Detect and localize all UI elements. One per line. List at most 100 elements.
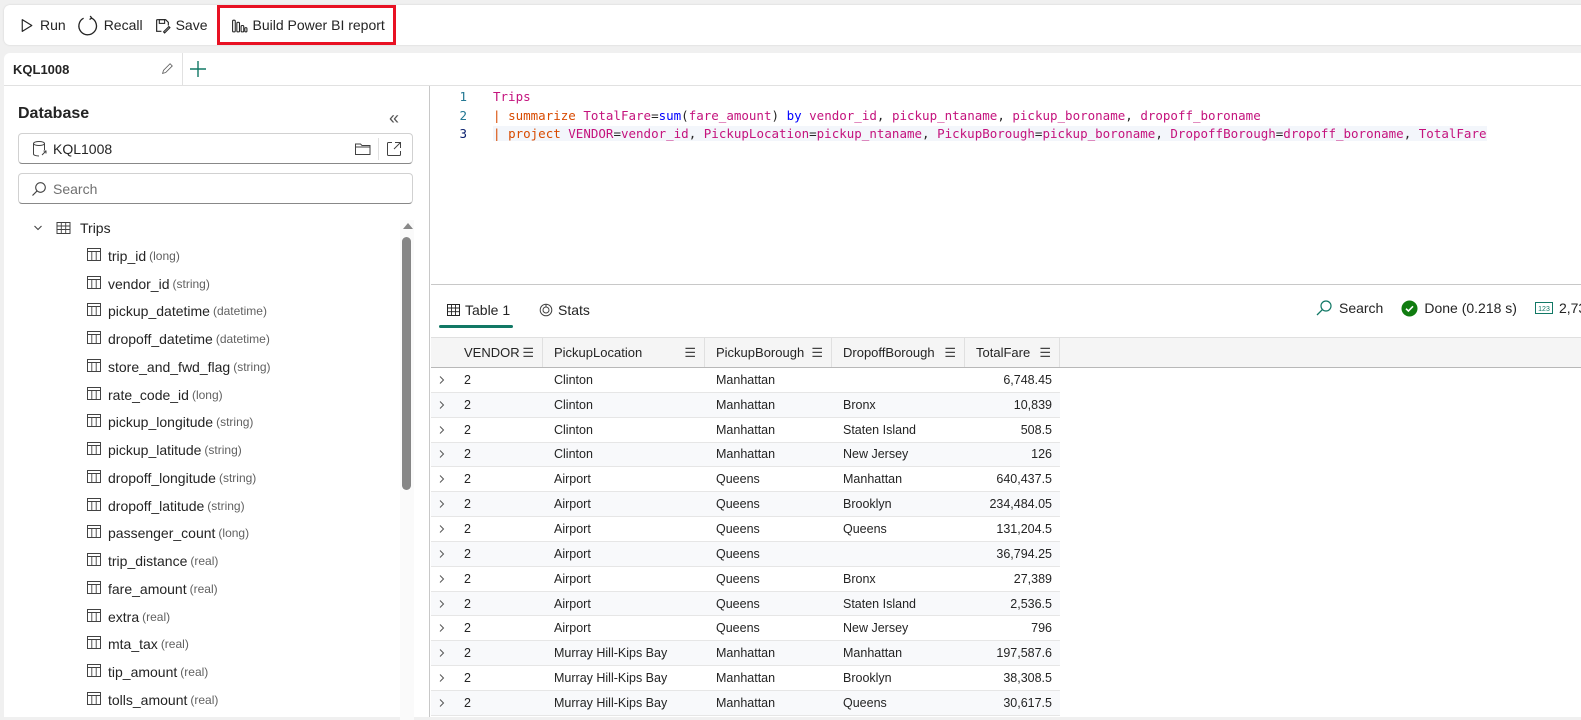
column-icon [87,691,101,708]
tree-item-column[interactable]: vendor_id (string) [4,270,400,298]
code-line-2[interactable]: 2 | summarize TotalFare=sum(fare_amount)… [431,106,1581,125]
tree-item-column[interactable]: fare_amount (real) [4,575,400,603]
cell-pickupborough: Manhattan [716,422,776,437]
pencil-icon[interactable] [160,62,174,76]
expand-row-chevron-icon[interactable] [431,592,453,616]
tab-stats[interactable]: Stats [539,299,590,321]
database-selector[interactable]: KQL1008 [18,133,413,164]
code-line-1[interactable]: 1 Trips [431,87,1581,106]
sidebar-search[interactable] [18,173,413,204]
column-menu-icon[interactable]: ☰ [522,345,534,361]
table-row[interactable]: 2 Airport Queens Staten Island 2,536.5 [431,591,1060,617]
table-row[interactable]: 2 Airport Queens Brooklyn 234,484.05 [431,492,1060,518]
chevron-down-icon[interactable] [33,223,43,233]
cell-dropoffborough: Staten Island [843,596,916,611]
tree-item-column[interactable]: pickup_longitude (string) [4,409,400,437]
scrollbar-thumb[interactable] [402,237,411,490]
column-menu-icon[interactable]: ☰ [1039,345,1051,361]
expand-row-chevron-icon[interactable] [431,542,453,566]
tree-item-column[interactable]: rate_code_id (long) [4,381,400,409]
cell-dropoffborough: Bronx [843,571,876,586]
column-header-pickupborough[interactable]: PickupBorough ☰ [705,338,832,367]
column-header-totalfare[interactable]: TotalFare ☰ [965,338,1060,367]
query-editor[interactable]: 1 Trips 2 | summarize TotalFare=sum(fare… [431,86,1581,285]
schema-tree: Trips trip_id (long) vendor_id (string) pick… [4,214,400,717]
tree-item-column[interactable]: dropoff_latitude (string) [4,492,400,520]
tree-item-column[interactable]: trip_id (long) [4,242,400,270]
column-icon [87,358,101,375]
expand-row-chevron-icon[interactable] [431,418,453,442]
expand-row-chevron-icon[interactable] [431,616,453,640]
column-name: fare_amount [108,580,187,597]
table-row[interactable]: 2 Clinton Manhattan New Jersey 126 [431,442,1060,468]
tree-item-column[interactable]: pickup_latitude (string) [4,436,400,464]
table-row[interactable]: 2 Airport Queens 36,794.25 [431,541,1060,567]
save-button[interactable]: Save [154,11,208,39]
expand-row-chevron-icon[interactable] [431,517,453,541]
table-row[interactable]: 2 Murray Hill-Kips Bay Manhattan Brooklyn 38… [431,666,1060,691]
column-menu-icon[interactable]: ☰ [684,345,696,361]
table-row[interactable]: 2 Airport Queens Queens 131,204.5 [431,517,1060,542]
open-in-new-icon[interactable] [385,140,403,158]
cell-totalfare: 234,484.05 [989,497,1052,512]
table-row[interactable]: 2 Murray Hill-Kips Bay Manhattan Queens 30,6… [431,690,1060,716]
table-row[interactable]: 2 Clinton Manhattan Bronx 10,839 [431,392,1060,418]
tab-kql1008[interactable]: KQL1008 [4,53,183,85]
expand-row-chevron-icon[interactable] [431,492,453,516]
expand-row-chevron-icon[interactable] [431,666,453,690]
search-icon[interactable] [1315,299,1333,317]
table-row[interactable]: 2 Murray Hill-Kips Bay Manhattan Manhattan 1… [431,641,1060,667]
expand-row-chevron-icon[interactable] [431,467,453,491]
column-header-dropoffborough[interactable]: DropoffBorough ☰ [832,338,965,367]
tree-item-column[interactable]: tolls_amount (real) [4,686,400,714]
sidebar-search-input[interactable] [53,180,412,197]
play-icon [21,18,33,32]
cell-totalfare: 131,204.5 [996,521,1052,536]
expand-row-chevron-icon[interactable] [431,443,453,467]
cell-pickuplocation: Clinton [554,372,593,387]
column-menu-icon[interactable]: ☰ [944,345,956,361]
tree-item-column[interactable]: dropoff_longitude (string) [4,464,400,492]
tree-item-column[interactable]: pickup_datetime (datetime) [4,298,400,326]
tab-table-1[interactable]: Table 1 [447,299,510,321]
build-power-bi-report-button[interactable]: Build Power BI report [216,5,396,45]
column-menu-icon[interactable]: ☰ [811,345,823,361]
tree-item-column[interactable]: trip_distance (real) [4,547,400,575]
tree-item-column[interactable]: passenger_count (long) [4,520,400,548]
grid-body: 2 Clinton Manhattan 6,748.45 2 Clinton Manhatt… [431,368,1060,716]
collapse-sidebar-icon[interactable]: « [389,108,399,129]
table-row[interactable]: 2 Clinton Manhattan 6,748.45 [431,368,1060,393]
column-type: (real) [180,665,209,680]
search-icon [32,181,46,196]
sidebar-scrollbar[interactable] [400,220,414,720]
tree-item-column[interactable]: mta_tax (real) [4,631,400,659]
table-row[interactable]: 2 Airport Queens New Jersey 796 [431,616,1060,642]
expand-row-chevron-icon[interactable] [431,691,453,715]
column-header-vendor[interactable]: VENDOR ☰ [453,338,543,367]
tree-item-trips[interactable]: Trips [4,214,400,242]
expand-row-chevron-icon[interactable] [431,368,453,392]
tree-item-column[interactable]: tip_amount (real) [4,658,400,686]
add-tab-button[interactable] [183,53,213,85]
expand-row-chevron-icon[interactable] [431,567,453,591]
folder-icon[interactable] [354,141,372,157]
tree-item-column[interactable]: extra (real) [4,603,400,631]
expand-row-chevron-icon[interactable] [431,393,453,417]
column-header-pickuplocation[interactable]: PickupLocation ☰ [543,338,705,367]
tree-item-column[interactable]: dropoff_datetime (datetime) [4,325,400,353]
cell-dropoffborough: New Jersey [843,621,909,636]
database-sidebar: Database « KQL1008 Trips trip_id(long)ve… [4,86,430,720]
results-search-button[interactable]: Search [1339,300,1383,316]
tree-item-column[interactable]: store_and_fwd_flag (string) [4,353,400,381]
scroll-up-arrow-icon[interactable] [403,223,413,229]
table-row[interactable]: 2 Airport Queens Manhattan 640,437.5 [431,467,1060,493]
table-row[interactable]: 2 Airport Queens Bronx 27,389 [431,566,1060,592]
expand-row-chevron-icon[interactable] [431,641,453,665]
database-icon [33,140,47,156]
table-row[interactable]: 2 Clinton Manhattan Staten Island 508.5 [431,417,1060,443]
recall-button[interactable]: Recall [77,11,143,39]
query-status: Done (0.218 s) [1424,300,1517,316]
run-button[interactable]: Run [18,11,66,39]
column-type: (long) [218,526,250,541]
code-line-3[interactable]: 3 | project VENDOR=vendor_id, PickupLoca… [431,124,1581,143]
